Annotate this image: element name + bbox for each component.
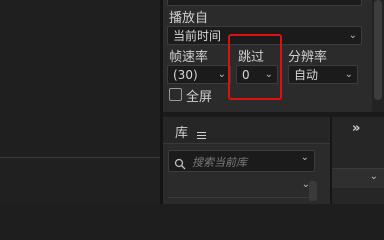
scrollbar-thumb[interactable]	[374, 0, 382, 100]
library-tab-title[interactable]: 库	[175, 122, 188, 141]
chevron-down-icon: ⌄	[217, 69, 226, 80]
library-tab-bar	[163, 117, 330, 144]
preview-footer	[0, 158, 160, 204]
playback-from-value: 当前时间	[173, 29, 222, 43]
previous-dropdown[interactable]: ⌄	[167, 0, 362, 6]
preview-area	[0, 0, 160, 158]
chevron-down-icon: ⌄	[349, 0, 357, 7]
hamburger-menu-icon[interactable]	[197, 125, 206, 139]
chevron-down-icon: ⌄	[300, 152, 309, 163]
fullscreen-checkbox[interactable]	[169, 88, 182, 101]
playback-from-label: 播放自	[169, 11, 209, 26]
chevron-down-icon: ⌄	[369, 171, 378, 182]
chevron-down-icon: ⌄	[344, 69, 353, 80]
chevron-down-icon: ⌄	[348, 30, 357, 41]
expand-panels-icon[interactable]: »	[352, 121, 360, 136]
fullscreen-label: 全屏	[186, 90, 213, 105]
resolution-dropdown[interactable]: 自动 ⌄	[288, 65, 358, 84]
resolution-label: 分辨率	[288, 50, 328, 65]
search-icon	[174, 155, 186, 170]
framerate-value: (30)	[173, 68, 198, 82]
library-search-input[interactable]: 搜索当前库 ⌄	[168, 150, 315, 172]
framerate-label: 帧速率	[169, 50, 209, 65]
highlight-annotation	[228, 34, 282, 100]
resolution-value: 自动	[294, 68, 319, 82]
library-selector-dropdown[interactable]: ⌄	[168, 178, 315, 198]
collapsed-panel-tab[interactable]: ⌄	[332, 168, 384, 188]
search-placeholder: 搜索当前库	[192, 156, 247, 169]
library-scrollbar[interactable]	[309, 181, 317, 201]
framerate-dropdown[interactable]: (30) ⌄	[167, 65, 231, 84]
